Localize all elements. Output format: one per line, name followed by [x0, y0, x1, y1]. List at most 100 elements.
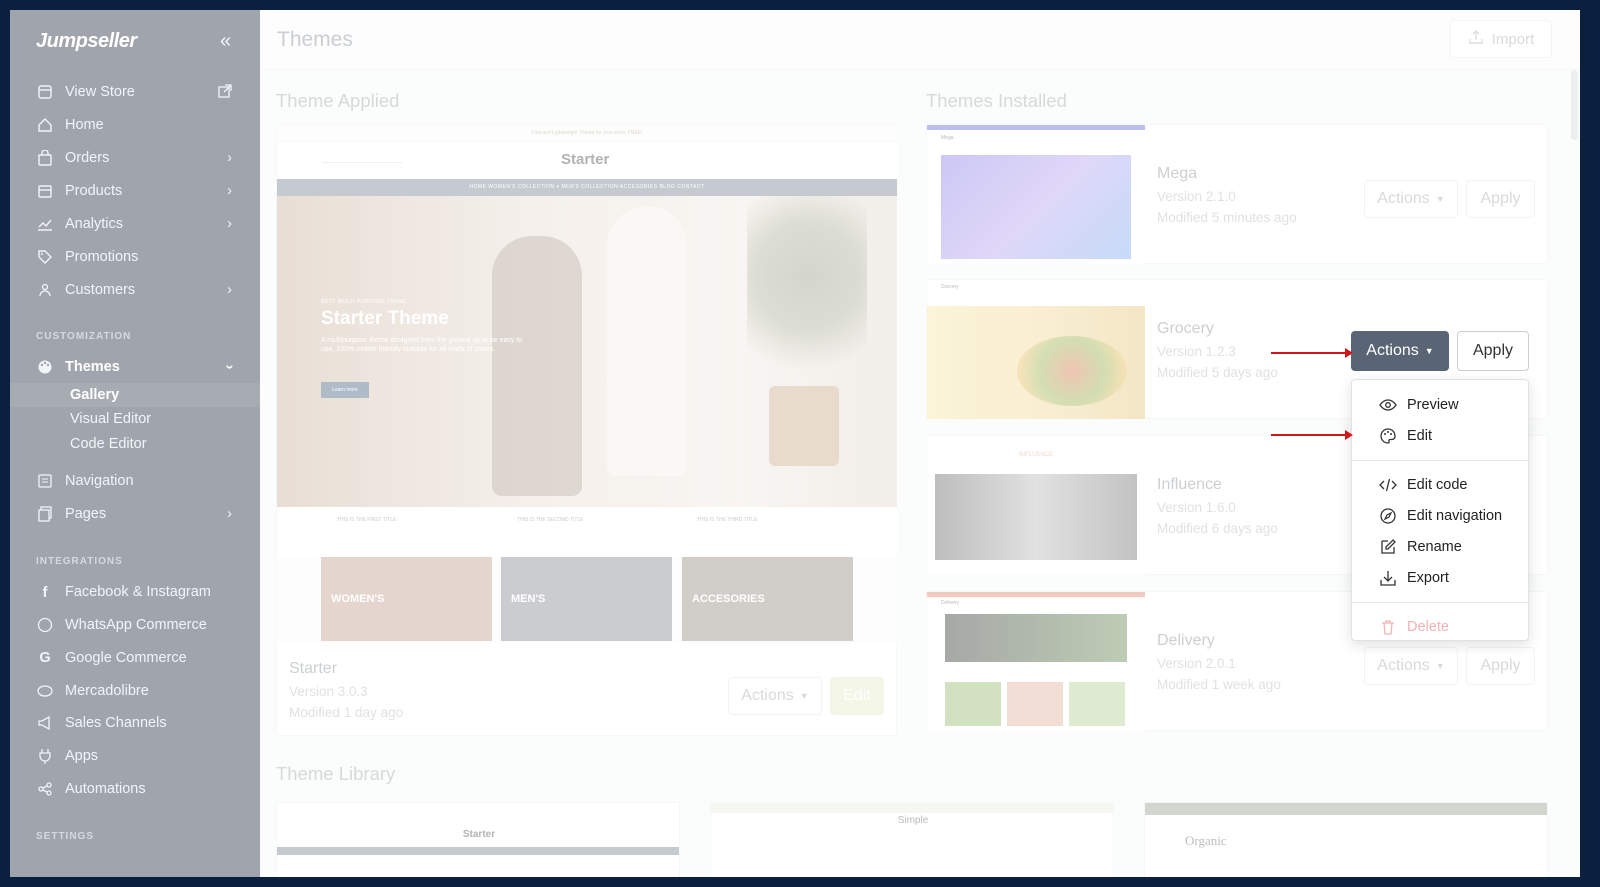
sidebar-item-google-commerce[interactable]: G Google Commerce	[10, 642, 260, 674]
menu-item-export[interactable]: Export	[1352, 562, 1528, 593]
chart-icon	[36, 215, 54, 233]
library-theme-card[interactable]: Organic	[1144, 802, 1548, 877]
sidebar-item-label: Themes	[65, 359, 120, 375]
sidebar-item-pages[interactable]: Pages ›	[10, 498, 260, 530]
theme-modified: Modified 1 week ago	[1157, 677, 1281, 692]
preview-header: Starter	[277, 142, 897, 179]
apply-button[interactable]: Apply	[1466, 647, 1535, 685]
sidebar-item-label: View Store	[65, 84, 135, 100]
menu-item-label: Export	[1407, 569, 1449, 586]
sidebar-item-label: Home	[65, 117, 104, 133]
sidebar-item-label: Mercadolibre	[65, 683, 149, 699]
trust-title: THIS IS THE SECOND TITLE	[517, 517, 584, 523]
share-icon	[36, 780, 54, 798]
sidebar-item-products[interactable]: Products ›	[10, 175, 260, 207]
thumb-label: INFLUENCE	[1018, 452, 1053, 458]
theme-name: Grocery	[1157, 320, 1214, 337]
grocery-actions-button[interactable]: Actions ▼	[1351, 331, 1449, 371]
delivery-hero-image	[945, 614, 1127, 662]
sidebar-item-whatsapp-commerce[interactable]: WhatsApp Commerce	[10, 609, 260, 641]
library-theme-name: Simple	[897, 815, 929, 826]
jumpseller-logo[interactable]: Jumpseller	[36, 30, 137, 53]
applied-theme-name: Starter	[289, 660, 338, 677]
whatsapp-icon	[36, 616, 54, 634]
menu-item-edit-navigation[interactable]: Edit navigation	[1352, 500, 1528, 531]
sidebar-item-facebook-instagram[interactable]: f Facebook & Instagram	[10, 576, 260, 608]
trust-title: THIS IS THE FIRST TITLE	[337, 517, 397, 523]
sidebar-item-home[interactable]: Home	[10, 109, 260, 141]
theme-name: Mega	[1157, 165, 1198, 182]
applied-theme-preview[interactable]: Fast and Lightweight Theme for your stor…	[277, 125, 897, 643]
menu-item-edit-code[interactable]: Edit code	[1352, 469, 1528, 500]
sidebar-item-themes[interactable]: Themes ›	[10, 351, 260, 383]
mega-theme-thumbnail[interactable]: Mega	[927, 125, 1145, 264]
theme-name: Delivery	[1157, 632, 1215, 649]
app-window: Jumpseller « View Store Home Orders › Pr…	[10, 10, 1580, 877]
menu-item-edit[interactable]: Edit	[1352, 420, 1528, 451]
sidebar-subitem-gallery[interactable]: Gallery	[10, 383, 260, 407]
grocery-apply-button[interactable]: Apply	[1457, 331, 1529, 371]
collapse-sidebar-icon[interactable]: «	[220, 30, 231, 53]
actions-label: Actions	[1377, 190, 1430, 207]
thumb-label: Delivery	[941, 600, 960, 606]
sidebar-item-analytics[interactable]: Analytics ›	[10, 208, 260, 240]
box-icon	[36, 182, 54, 200]
sidebar-item-label: Facebook & Instagram	[65, 584, 211, 600]
influence-theme-thumbnail[interactable]: INFLUENCE	[927, 436, 1145, 575]
sidebar-item-promotions[interactable]: Promotions	[10, 241, 260, 273]
sidebar-item-label: Sales Channels	[65, 715, 167, 731]
thumb-bar	[1145, 803, 1547, 815]
chevron-right-icon: ›	[227, 216, 232, 232]
import-button[interactable]: Import	[1450, 20, 1552, 58]
menu-item-label: Edit navigation	[1407, 507, 1503, 524]
section-title-theme-library: Theme Library	[276, 763, 396, 784]
list-icon	[36, 472, 54, 490]
menu-item-delete[interactable]: Delete	[1352, 611, 1528, 640]
facebook-icon: f	[42, 583, 48, 601]
sidebar-item-apps[interactable]: Apps	[10, 740, 260, 772]
sidebar-item-label: Pages	[65, 506, 107, 522]
sidebar-item-view-store[interactable]: View Store	[10, 76, 260, 108]
actions-button[interactable]: Actions ▼	[1364, 647, 1458, 685]
library-theme-card[interactable]: Starter	[276, 802, 680, 877]
actions-label: Actions	[741, 687, 794, 704]
menu-item-rename[interactable]: Rename	[1352, 531, 1528, 562]
sidebar-item-navigation[interactable]: Navigation	[10, 465, 260, 497]
applied-actions-button[interactable]: Actions ▼	[728, 677, 822, 715]
scrollbar[interactable]	[1571, 70, 1578, 140]
sidebar-subitem-visual-editor[interactable]: Visual Editor	[10, 407, 260, 431]
preview-kicker: BEST MULTI-PURPOSE THEME	[321, 299, 407, 305]
category-tile: WOMEN'S	[321, 557, 492, 641]
thumb-label: Mega	[941, 135, 954, 141]
grocery-theme-thumbnail[interactable]: Grocery	[927, 280, 1145, 419]
chevron-right-icon: ›	[227, 183, 232, 199]
sidebar-item-label: Analytics	[65, 216, 124, 232]
actions-button[interactable]: Actions ▼	[1364, 180, 1458, 218]
applied-edit-button[interactable]: Edit	[830, 677, 884, 715]
sidebar-subitem-code-editor[interactable]: Code Editor	[10, 432, 260, 456]
sidebar-item-label: Navigation	[65, 473, 134, 489]
caret-down-icon: ▼	[799, 691, 809, 701]
sidebar-item-label: Google Commerce	[65, 650, 187, 666]
sidebar-item-mercadolibre[interactable]: Mercadolibre	[10, 675, 260, 707]
apply-button[interactable]: Apply	[1466, 180, 1535, 218]
chevron-right-icon: ›	[227, 282, 232, 298]
category-label: MEN'S	[511, 593, 546, 605]
preview-cta: Learn more	[321, 382, 369, 398]
sidebar-item-label: WhatsApp Commerce	[65, 617, 207, 633]
sidebar-item-sales-channels[interactable]: Sales Channels	[10, 707, 260, 739]
annotation-arrow	[1271, 348, 1353, 358]
home-icon	[36, 116, 54, 134]
sidebar-item-customers[interactable]: Customers ›	[10, 274, 260, 306]
sidebar-item-label: Apps	[65, 748, 99, 764]
sidebar-item-orders[interactable]: Orders ›	[10, 142, 260, 174]
library-theme-card[interactable]: Simple	[710, 802, 1114, 877]
store-icon	[36, 83, 54, 101]
sidebar-item-label: Customers	[65, 282, 136, 298]
sidebar-item-label: Products	[65, 183, 123, 199]
installed-theme-card-mega: Mega Mega Version 2.1.0 Modified 5 minut…	[926, 124, 1548, 264]
menu-item-preview[interactable]: Preview	[1352, 389, 1528, 420]
section-label-integrations: INTEGRATIONS	[36, 556, 123, 567]
delivery-theme-thumbnail[interactable]: Delivery	[927, 592, 1145, 731]
sidebar-item-automations[interactable]: Automations	[10, 773, 260, 805]
